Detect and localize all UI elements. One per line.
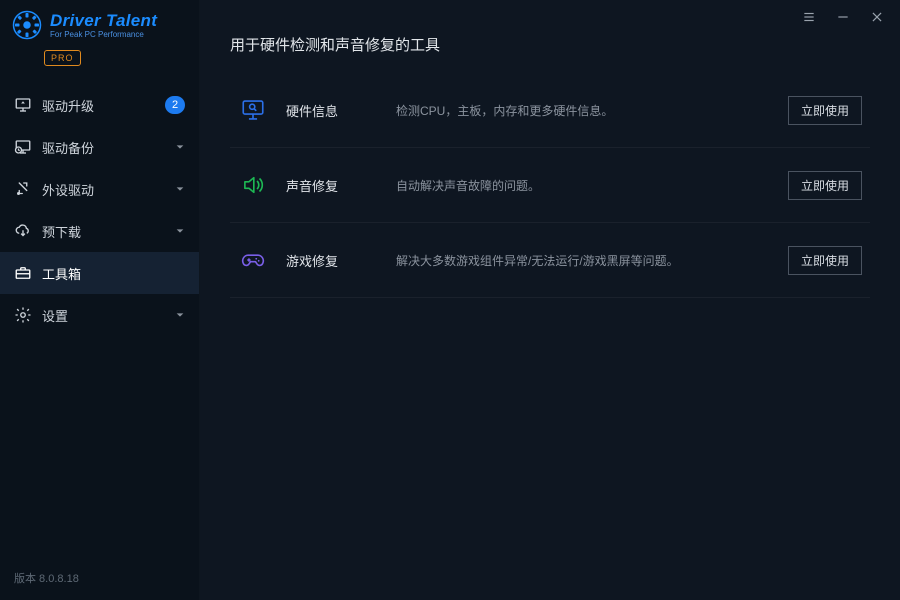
sidebar-item-upgrade[interactable]: 驱动升级 2: [0, 84, 199, 126]
gear-logo-icon: [12, 10, 42, 40]
speaker-icon: [238, 170, 268, 200]
menu-icon[interactable]: [800, 8, 818, 26]
sidebar-nav: 驱动升级 2 驱动备份 外设驱动 预: [0, 84, 199, 336]
page-title: 用于硬件检测和声音修复的工具: [230, 34, 870, 55]
update-count-badge: 2: [165, 96, 185, 114]
sidebar-item-backup[interactable]: 驱动备份: [0, 126, 199, 168]
sidebar-item-label: 预下载: [42, 222, 165, 241]
cloud-download-icon: [14, 222, 32, 240]
tool-desc: 解决大多数游戏组件异常/无法运行/游戏黑屏等问题。: [396, 252, 788, 269]
sidebar: Driver Talent For Peak PC Performance PR…: [0, 0, 200, 600]
tool-name: 游戏修复: [286, 251, 396, 270]
tool-name: 硬件信息: [286, 101, 396, 120]
sidebar-item-predownload[interactable]: 预下载: [0, 210, 199, 252]
chevron-down-icon: [175, 226, 185, 236]
minimize-icon[interactable]: [834, 8, 852, 26]
app-logo: Driver Talent For Peak PC Performance: [0, 0, 199, 48]
monitor-search-icon: [238, 95, 268, 125]
use-now-button[interactable]: 立即使用: [788, 96, 862, 125]
tool-row-hwinfo: 硬件信息 检测CPU，主板，内存和更多硬件信息。 立即使用: [230, 73, 870, 148]
version-label: 版本 8.0.8.18: [0, 560, 199, 600]
sidebar-item-label: 驱动备份: [42, 138, 165, 157]
gamepad-icon: [238, 245, 268, 275]
sidebar-item-label: 设置: [42, 306, 165, 325]
toolbox-icon: [14, 264, 32, 282]
gear-icon: [14, 306, 32, 324]
usb-icon: [14, 180, 32, 198]
chevron-down-icon: [175, 184, 185, 194]
sidebar-item-label: 驱动升级: [42, 96, 155, 115]
use-now-button[interactable]: 立即使用: [788, 171, 862, 200]
chevron-down-icon: [175, 310, 185, 320]
tool-desc: 自动解决声音故障的问题。: [396, 177, 788, 194]
sidebar-item-settings[interactable]: 设置: [0, 294, 199, 336]
chevron-down-icon: [175, 142, 185, 152]
pro-badge: PRO: [44, 50, 81, 66]
app-tagline: For Peak PC Performance: [50, 31, 157, 39]
sidebar-item-label: 外设驱动: [42, 180, 165, 199]
tool-name: 声音修复: [286, 176, 396, 195]
clock-monitor-icon: [14, 138, 32, 156]
sidebar-item-peripheral[interactable]: 外设驱动: [0, 168, 199, 210]
main-panel: 用于硬件检测和声音修复的工具 硬件信息 检测CPU，主板，内存和更多硬件信息。 …: [200, 0, 900, 600]
close-icon[interactable]: [868, 8, 886, 26]
monitor-up-icon: [14, 96, 32, 114]
tool-list: 硬件信息 检测CPU，主板，内存和更多硬件信息。 立即使用 声音修复 自动解决声…: [230, 73, 870, 298]
tool-desc: 检测CPU，主板，内存和更多硬件信息。: [396, 102, 788, 119]
sidebar-item-toolbox[interactable]: 工具箱: [0, 252, 199, 294]
app-name: Driver Talent: [50, 12, 157, 29]
use-now-button[interactable]: 立即使用: [788, 246, 862, 275]
window-controls: [786, 0, 900, 34]
app-window: Driver Talent For Peak PC Performance PR…: [0, 0, 900, 600]
tool-row-game: 游戏修复 解决大多数游戏组件异常/无法运行/游戏黑屏等问题。 立即使用: [230, 223, 870, 298]
tool-row-sound: 声音修复 自动解决声音故障的问题。 立即使用: [230, 148, 870, 223]
sidebar-item-label: 工具箱: [42, 264, 185, 283]
